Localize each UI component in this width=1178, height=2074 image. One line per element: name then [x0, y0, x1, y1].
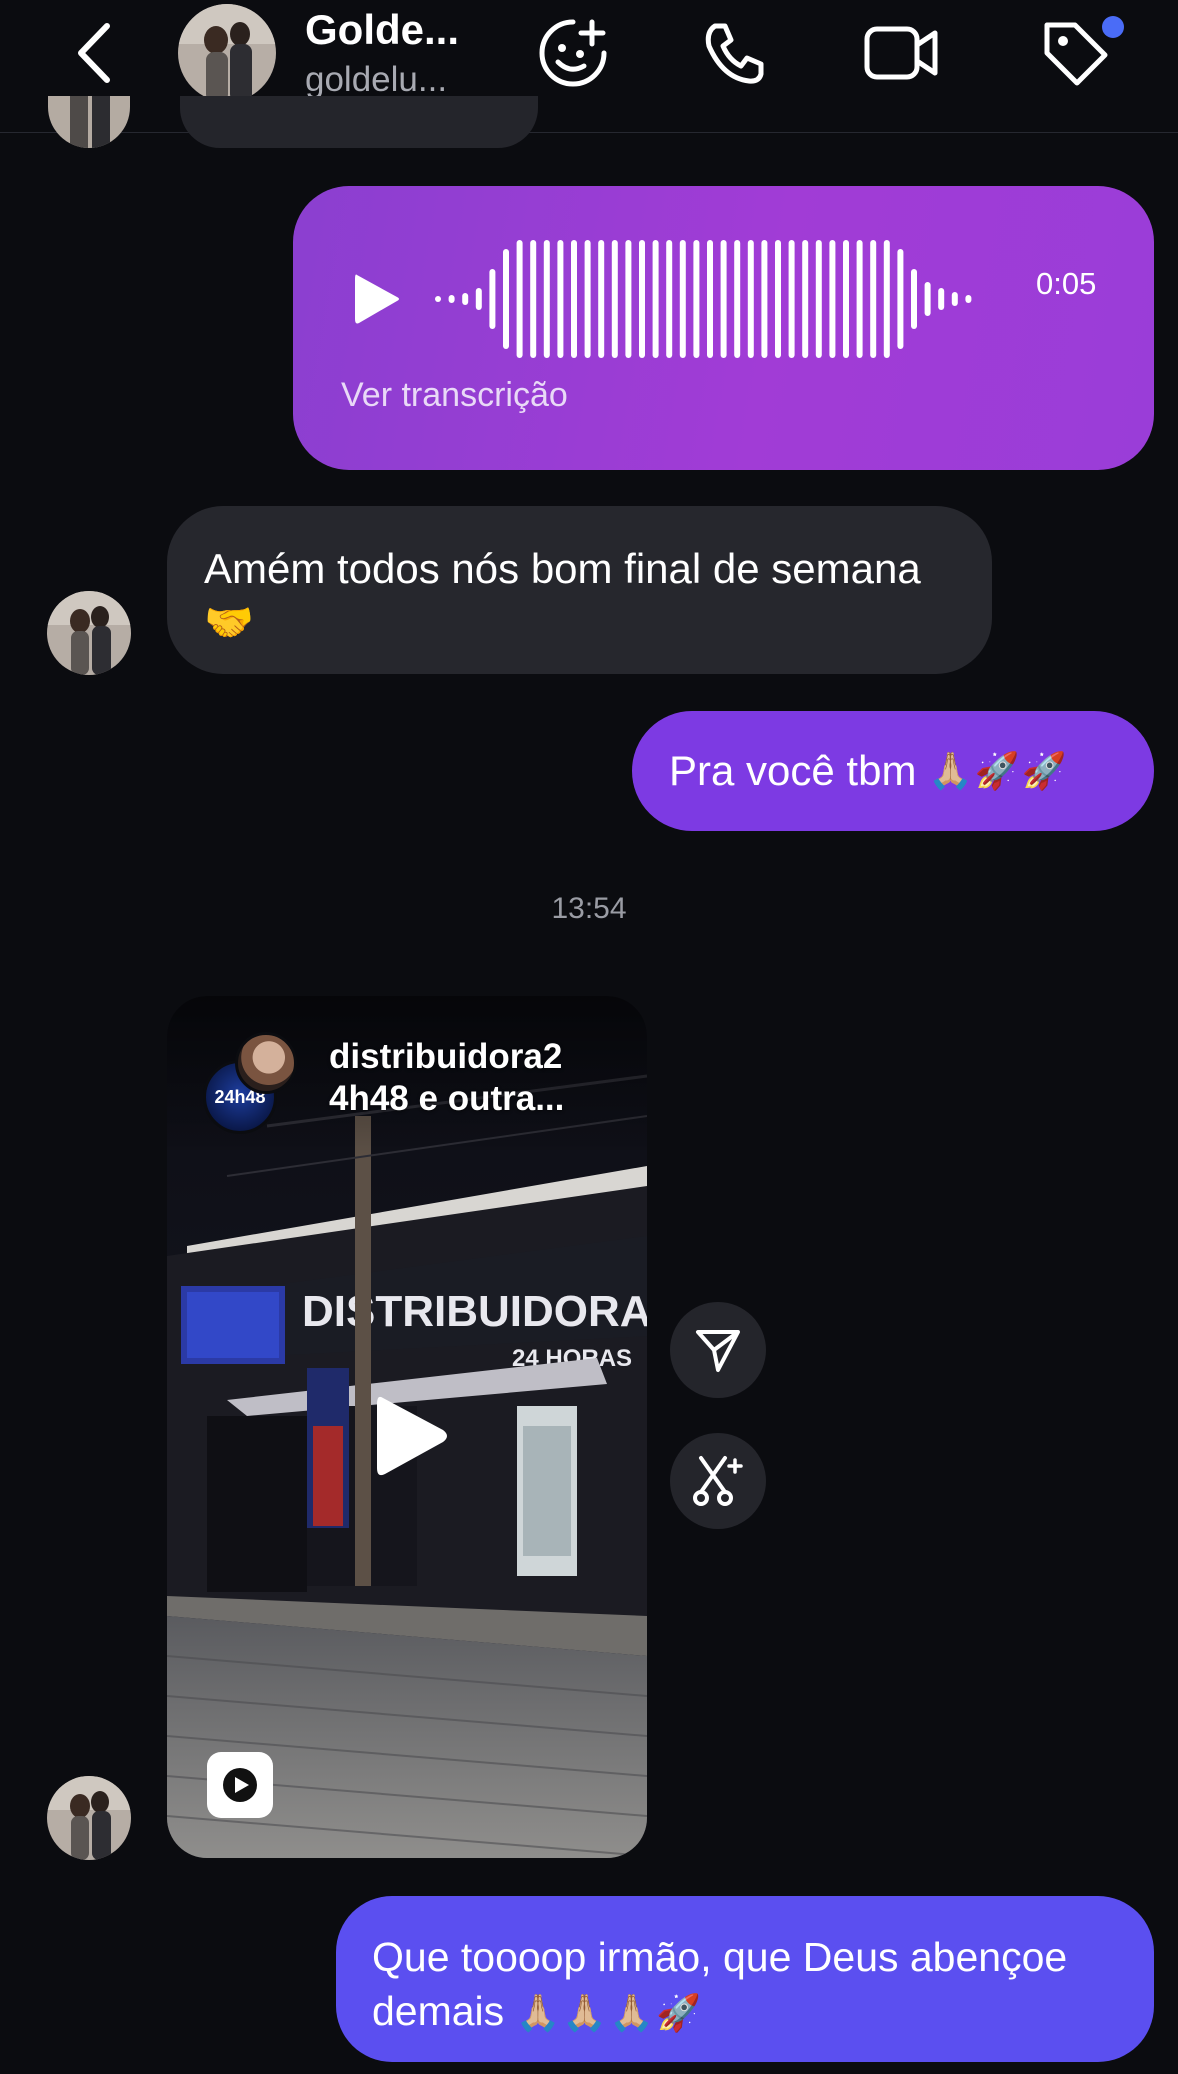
reel-title[interactable]: distribuidora2 4h48 e outra... — [329, 1036, 629, 1120]
timestamp: 13:54 — [551, 892, 627, 925]
waveform-bar — [938, 288, 945, 310]
audio-waveform — [435, 240, 972, 358]
waveform-bar — [897, 249, 904, 349]
sticker-add-icon[interactable] — [530, 14, 616, 92]
waveform-bar — [815, 240, 822, 358]
remix-icon[interactable] — [670, 1433, 766, 1529]
waveform-bar — [530, 240, 537, 358]
share-icon[interactable] — [670, 1302, 766, 1398]
waveform-bar — [598, 240, 605, 358]
waveform-bar — [489, 269, 496, 329]
waveform-bar — [503, 249, 509, 349]
video-camera-icon[interactable] — [858, 14, 944, 92]
waveform-bar — [856, 240, 863, 358]
view-transcript-link[interactable]: Ver transcrição — [341, 376, 568, 415]
voice-duration: 0:05 — [1036, 266, 1097, 301]
waveform-bar — [788, 240, 795, 358]
waveform-bar — [475, 288, 482, 310]
avatar[interactable] — [47, 591, 131, 675]
waveform-bar — [924, 282, 931, 316]
waveform-bar — [829, 240, 836, 358]
waveform-bar — [462, 293, 469, 305]
waveform-bar — [843, 240, 849, 358]
outgoing-message-bubble[interactable]: Que toooop irmão, que Deus abençoe demai… — [336, 1896, 1154, 2062]
reels-icon — [207, 1752, 273, 1818]
waveform-bar — [775, 240, 781, 358]
waveform-bar — [761, 240, 768, 358]
avatar — [48, 96, 130, 148]
shared-reel-card[interactable]: DISTRIBUIDORA 24 HORAS 24h48 distribuido… — [167, 996, 647, 1858]
waveform-bar — [435, 296, 441, 302]
waveform-bar — [911, 269, 917, 329]
message-emoji: 🤝 — [204, 601, 254, 645]
waveform-bar — [870, 240, 877, 358]
contact-username[interactable]: goldelu... — [305, 60, 447, 100]
message-text: Pra você tbm — [669, 747, 917, 794]
waveform-bar — [693, 240, 700, 358]
message-text: Que toooop irmão, que Deus abençoe demai… — [372, 1934, 1068, 2034]
waveform-bar — [625, 240, 632, 358]
waveform-bar — [707, 240, 713, 358]
waveform-bar — [584, 240, 591, 358]
waveform-bar — [516, 240, 523, 358]
message-emoji: 🙏🏼🙏🏼🙏🏼🚀 — [515, 1992, 703, 2033]
previous-message-bubble — [180, 96, 538, 148]
waveform-bar — [802, 240, 809, 358]
message-text: Amém todos nós bom final de semana — [204, 545, 921, 592]
outgoing-message-bubble[interactable]: Pra você tbm 🙏🏼🚀🚀 — [632, 711, 1154, 831]
store-sign-text: DISTRIBUIDORA — [302, 1287, 647, 1336]
waveform-bar — [557, 240, 564, 358]
waveform-bar — [639, 240, 645, 358]
contact-name[interactable]: Golde... — [305, 6, 459, 54]
waveform-bar — [747, 240, 754, 358]
play-icon[interactable] — [341, 258, 411, 340]
waveform-bar — [734, 240, 741, 358]
waveform-bar — [679, 240, 686, 358]
waveform-bar — [965, 295, 972, 303]
waveform-bar — [611, 240, 618, 358]
phone-icon[interactable] — [691, 14, 777, 92]
reel-collaborator-avatar — [235, 1032, 297, 1094]
waveform-bar — [543, 240, 550, 358]
contact-avatar[interactable] — [178, 4, 276, 102]
waveform-bar — [448, 295, 455, 303]
reel-play-icon[interactable] — [367, 1388, 455, 1484]
notification-dot — [1102, 16, 1124, 38]
waveform-bar — [571, 240, 577, 358]
incoming-message-bubble[interactable]: Amém todos nós bom final de semana 🤝 — [167, 506, 992, 674]
chat-header: Golde... goldelu... — [0, 0, 1178, 133]
waveform-bar — [720, 240, 727, 358]
avatar[interactable] — [47, 1776, 131, 1860]
waveform-bar — [666, 240, 673, 358]
waveform-bar — [652, 240, 659, 358]
message-emoji: 🙏🏼🚀🚀 — [928, 750, 1069, 791]
voice-message[interactable]: 0:05 Ver transcrição — [293, 186, 1154, 470]
waveform-bar — [883, 240, 890, 358]
waveform-bar — [951, 292, 958, 306]
back-chevron-icon[interactable] — [70, 22, 120, 84]
